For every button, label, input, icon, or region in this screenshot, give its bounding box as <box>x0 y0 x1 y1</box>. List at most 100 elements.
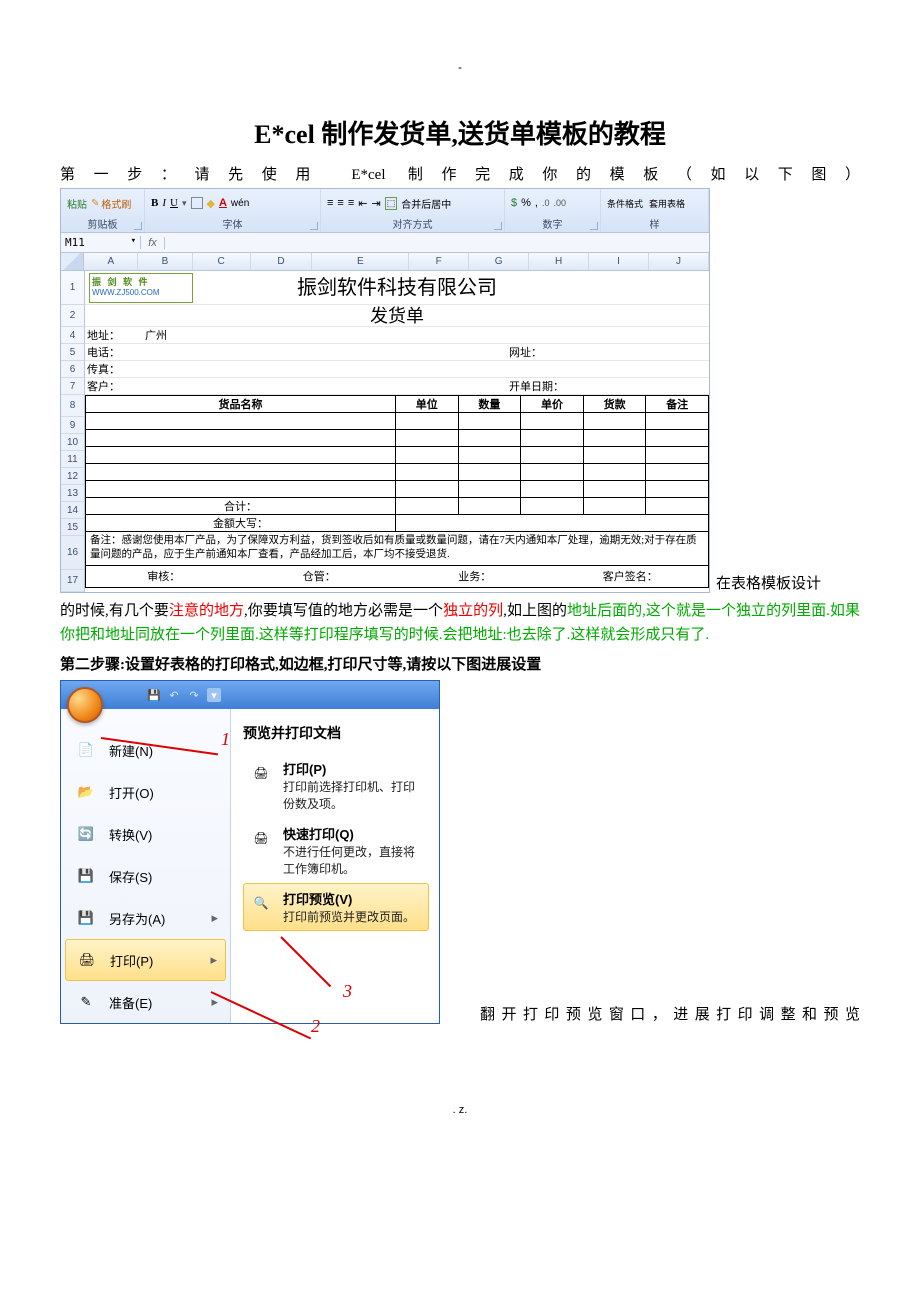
paste-button[interactable]: 粘贴 <box>67 196 87 211</box>
dec-inc-icon[interactable]: .00 <box>553 198 566 208</box>
underline-button[interactable]: U <box>170 197 178 209</box>
col-F[interactable]: F <box>409 253 469 270</box>
dropdown-icon[interactable]: ▾ <box>182 198 187 209</box>
col-B[interactable]: B <box>138 253 192 270</box>
group-clipboard-label: 剪贴板 <box>67 216 138 232</box>
menu-new[interactable]: 📄新建(N) <box>61 729 230 771</box>
th-price: 单价 <box>521 396 584 413</box>
table-row <box>86 413 709 430</box>
qat-dropdown-icon[interactable]: ▾ <box>207 688 221 702</box>
fx-icon[interactable]: fx <box>141 237 165 249</box>
worksheet-cells[interactable]: 振 剑 软 件 WWW.ZJ500.COM 振剑软件科技有限公司 发货单 地址：… <box>85 271 709 592</box>
office-menu-screenshot: 💾 ↶ ↷ ▾ 📄新建(N) 📂打开(O) 🔄转换(V) 💾保存(S) 💾另存为… <box>60 680 440 1024</box>
merge-icon[interactable]: ⬚ <box>385 197 398 210</box>
th-note: 备注 <box>646 396 709 413</box>
row-6[interactable]: 6 <box>61 361 85 378</box>
group-number-label: 数字 <box>511 216 594 232</box>
border-icon[interactable] <box>191 197 203 209</box>
inc-dec-icon[interactable]: .0 <box>542 198 550 208</box>
fill-color-icon[interactable]: ◆ <box>207 197 215 210</box>
fax-label: 传真： <box>85 361 145 377</box>
col-J[interactable]: J <box>649 253 709 270</box>
align-right-icon[interactable]: ≡ <box>348 197 354 209</box>
dialog-launcher-icon[interactable] <box>310 222 318 230</box>
dialog-launcher-icon[interactable] <box>494 222 502 230</box>
menu-prepare[interactable]: ✎准备(E)▸ <box>61 981 230 1023</box>
row-8[interactable]: 8 <box>61 395 85 417</box>
comma-icon[interactable]: , <box>535 197 538 209</box>
menu-convert[interactable]: 🔄转换(V) <box>61 813 230 855</box>
submenu-preview[interactable]: 🔍 打印预览(V)打印前预览并更改页面。 <box>243 883 429 931</box>
align-left-icon[interactable]: ≡ <box>327 197 333 209</box>
row-14[interactable]: 14 <box>61 502 85 519</box>
sig-sales: 业务： <box>397 566 553 587</box>
table-format-button[interactable]: 套用表格 <box>649 197 685 210</box>
dialog-launcher-icon[interactable] <box>134 222 142 230</box>
sig-audit: 审核： <box>86 566 242 587</box>
menu-open[interactable]: 📂打开(O) <box>61 771 230 813</box>
select-all-corner[interactable] <box>61 253 84 270</box>
submenu-arrow-icon: ▸ <box>211 910 218 926</box>
submenu-quickprint[interactable]: 🖨 快速打印(Q)不进行任何更改，直接将工作簿印机。 <box>243 818 429 883</box>
right-panel-heading: 预览并打印文档 <box>243 723 429 743</box>
menu-save[interactable]: 💾保存(S) <box>61 855 230 897</box>
row-9[interactable]: 9 <box>61 417 85 434</box>
ruby-icon[interactable]: wén <box>231 198 249 209</box>
col-G[interactable]: G <box>469 253 529 270</box>
row-12[interactable]: 12 <box>61 468 85 485</box>
office-titlebar: 💾 ↶ ↷ ▾ <box>61 681 439 709</box>
row-headers: 1 2 4 5 6 7 8 9 10 11 12 13 14 15 16 17 <box>61 271 85 592</box>
col-H[interactable]: H <box>529 253 589 270</box>
bold-button[interactable]: B <box>151 197 158 209</box>
total-label: 合计： <box>86 498 396 515</box>
after-fig-text: 在表格模板设计 <box>716 572 821 593</box>
indent-inc-icon[interactable]: ⇥ <box>371 197 380 210</box>
submenu-arrow-icon: ▸ <box>210 952 217 968</box>
paragraph-1: 的时候,有几个要注意的地方,你要填写值的地方必需是一个独立的列,如上图的地址后面… <box>60 599 860 647</box>
annotation-3: 3 <box>343 981 352 1002</box>
font-color-icon[interactable]: A <box>219 197 227 209</box>
redo-icon[interactable]: ↷ <box>187 688 201 702</box>
col-I[interactable]: I <box>589 253 649 270</box>
column-headers: A B C D E F G H I J <box>61 253 709 271</box>
indent-dec-icon[interactable]: ⇤ <box>358 197 367 210</box>
row-16[interactable]: 16 <box>61 536 85 570</box>
col-C[interactable]: C <box>193 253 251 270</box>
row-10[interactable]: 10 <box>61 434 85 451</box>
row-13[interactable]: 13 <box>61 485 85 502</box>
row-7[interactable]: 7 <box>61 378 85 395</box>
row-11[interactable]: 11 <box>61 451 85 468</box>
col-D[interactable]: D <box>251 253 313 270</box>
dialog-launcher-icon[interactable] <box>590 222 598 230</box>
quickprint-icon: 🖨 <box>247 824 275 852</box>
row-4[interactable]: 4 <box>61 327 85 344</box>
menu-saveas[interactable]: 💾另存为(A)▸ <box>61 897 230 939</box>
cond-format-button[interactable]: 条件格式 <box>607 197 643 210</box>
row-1[interactable]: 1 <box>61 271 85 305</box>
menu-print[interactable]: 🖨打印(P)▸ <box>65 939 226 981</box>
dropdown-icon[interactable]: ▾ <box>131 236 136 249</box>
col-E[interactable]: E <box>312 253 409 270</box>
excel-screenshot: 粘贴 ✎格式刷 剪贴板 B I U ▾ ◆ A wén <box>60 188 710 593</box>
italic-button[interactable]: I <box>162 197 166 209</box>
name-box[interactable]: M11▾ <box>61 236 141 249</box>
row-5[interactable]: 5 <box>61 344 85 361</box>
percent-icon[interactable]: % <box>521 197 531 209</box>
merge-button[interactable]: 合并后居中 <box>401 196 451 211</box>
undo-icon[interactable]: ↶ <box>167 688 181 702</box>
new-icon: 📄 <box>73 737 99 763</box>
currency-icon[interactable]: $ <box>511 197 517 209</box>
col-A[interactable]: A <box>84 253 138 270</box>
submenu-print[interactable]: 🖨 打印(P)打印前选择打印机、打印份数及项。 <box>243 753 429 818</box>
print-icon: 🖨 <box>74 947 100 973</box>
format-painter[interactable]: ✎格式刷 <box>91 196 131 211</box>
office-button-icon[interactable] <box>67 687 103 723</box>
row-2[interactable]: 2 <box>61 305 85 327</box>
annotation-1: 1 <box>221 729 230 750</box>
save-icon[interactable]: 💾 <box>147 688 161 702</box>
align-center-icon[interactable]: ≡ <box>337 197 343 209</box>
paragraph-end: 翻开打印预览窗口，进展打印调整和预览 <box>480 1003 860 1024</box>
row-15[interactable]: 15 <box>61 519 85 536</box>
step1-text: 第一步：请先使用 E*cel 制作完成你的模板（如以下图） <box>60 163 860 184</box>
row-17[interactable]: 17 <box>61 570 85 592</box>
